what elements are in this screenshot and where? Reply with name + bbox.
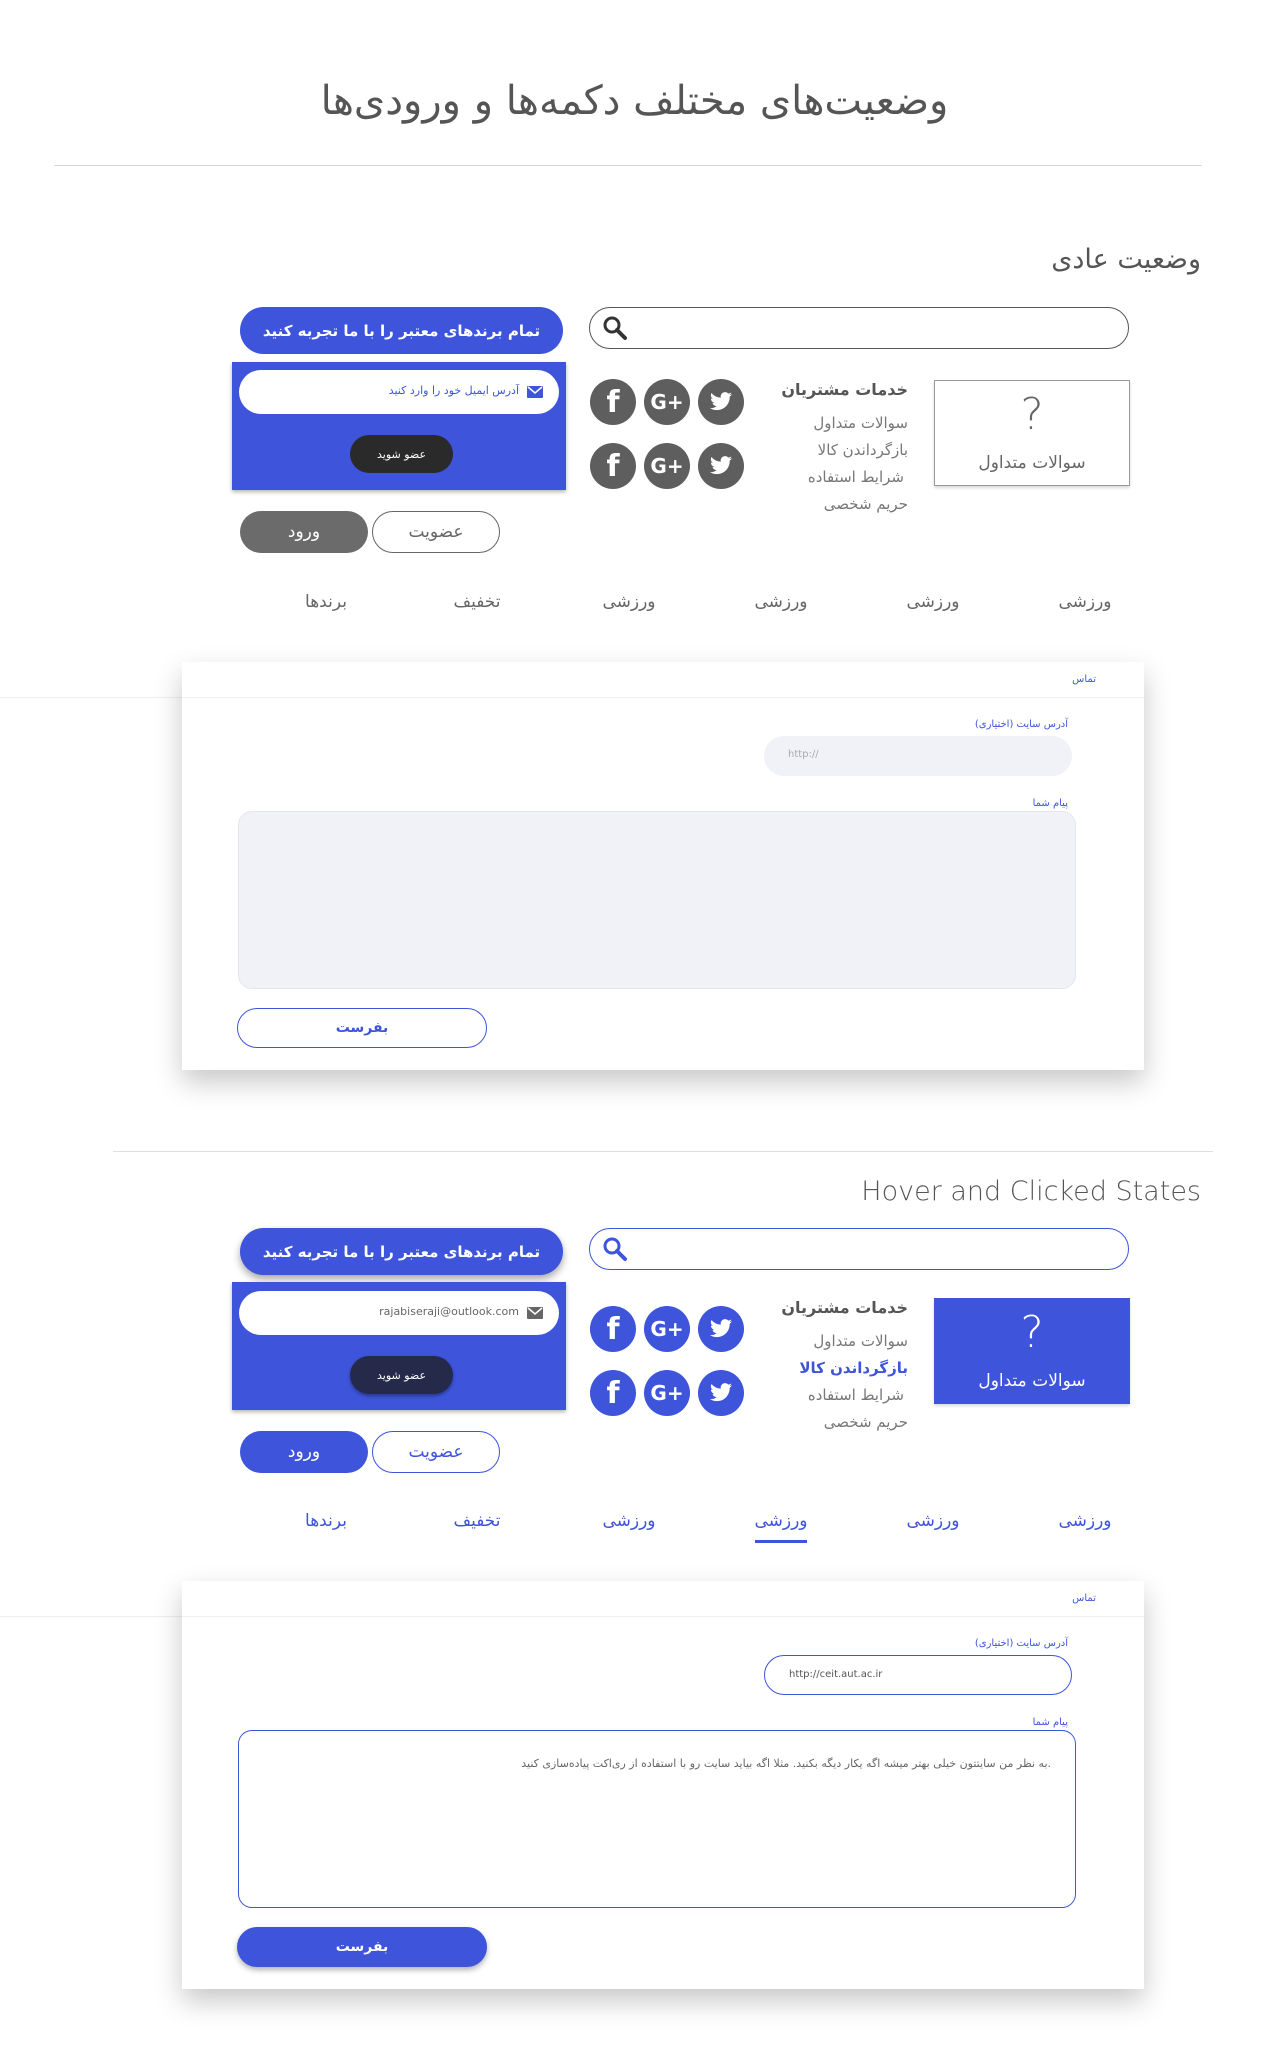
message-textarea[interactable]: .به نظر من سایتتون خیلی بهتر میشه اگه یک… <box>238 1730 1076 1908</box>
link-faq[interactable]: سوالات متداول <box>708 1332 908 1350</box>
faq-card[interactable]: ? سوالات متداول <box>934 1298 1130 1404</box>
email-field[interactable]: آدرس ایمیل خود را وارد کنید <box>239 370 559 414</box>
nav-item-sport[interactable]: ورزشی <box>589 1511 669 1531</box>
search-icon <box>603 1237 627 1261</box>
nav-item-sport[interactable]: ورزشی <box>589 592 669 612</box>
link-faq[interactable]: سوالات متداول <box>708 414 908 432</box>
question-icon: ? <box>1020 1307 1044 1358</box>
google-plus-icon[interactable]: G+ <box>644 1370 690 1416</box>
join-button[interactable]: عضو شوید <box>350 1356 453 1394</box>
url-input[interactable]: http://ceit.aut.ac.ir <box>764 1655 1072 1695</box>
nav-item-discount[interactable]: تخفیف <box>437 1511 517 1531</box>
question-icon: ? <box>1020 389 1044 440</box>
subscribe-box: rajabiseraji@outlook.com عضو شوید <box>232 1282 566 1410</box>
contact-title: تماس <box>1072 1593 1096 1604</box>
search-input[interactable] <box>589 1228 1129 1270</box>
message-value: .به نظر من سایتتون خیلی بهتر میشه اگه یک… <box>521 1757 1051 1770</box>
link-privacy[interactable]: حریم شخصی <box>708 495 908 513</box>
links-title: خدمات مشتریان <box>781 380 908 399</box>
link-terms[interactable]: شرایط استفاده <box>704 1386 904 1404</box>
contact-header: تماس <box>182 1581 1144 1617</box>
message-textarea[interactable] <box>238 811 1076 989</box>
contact-side-line <box>0 697 182 698</box>
nav-item-sport[interactable]: ورزشی <box>741 592 821 612</box>
login-button[interactable]: ورود <box>240 511 368 553</box>
join-button[interactable]: عضو شوید <box>350 435 453 473</box>
search-icon <box>603 316 627 340</box>
search-input[interactable] <box>589 307 1129 349</box>
link-privacy[interactable]: حریم شخصی <box>708 1413 908 1431</box>
contact-side-line <box>0 1616 182 1617</box>
facebook-icon[interactable]: f <box>590 1306 636 1352</box>
header-divider <box>54 165 1202 166</box>
contact-form: تماس آدرس سایت (اختیاری) http:// پیام شم… <box>182 662 1144 1070</box>
nav-item-sport[interactable]: ورزشی <box>893 592 973 612</box>
google-plus-icon[interactable]: G+ <box>644 379 690 425</box>
section-title-hover: Hover and Clicked States <box>861 1176 1201 1207</box>
send-button[interactable]: بفرست <box>237 1008 487 1048</box>
nav-item-sport[interactable]: ورزشی <box>1045 592 1125 612</box>
nav-item-brands[interactable]: برندها <box>286 592 366 612</box>
contact-form: تماس آدرس سایت (اختیاری) http://ceit.aut… <box>182 1581 1144 1989</box>
url-value: http://ceit.aut.ac.ir <box>789 1669 883 1680</box>
message-label: پیام شما <box>1032 798 1068 809</box>
page-title: وضعیت‌های مختلف دکمه‌ها و ورودی‌ها <box>320 78 949 124</box>
nav-item-brands[interactable]: برندها <box>286 1511 366 1531</box>
contact-title: تماس <box>1072 674 1096 685</box>
login-button[interactable]: ورود <box>240 1431 368 1473</box>
email-placeholder: آدرس ایمیل خود را وارد کنید <box>388 384 519 397</box>
url-placeholder: http:// <box>788 749 819 760</box>
facebook-icon[interactable]: f <box>590 443 636 489</box>
nav-item-discount[interactable]: تخفیف <box>437 592 517 612</box>
send-button[interactable]: بفرست <box>237 1927 487 1967</box>
signup-button[interactable]: عضویت <box>372 511 500 553</box>
nav-item-sport[interactable]: ورزشی <box>1045 1511 1125 1531</box>
google-plus-icon[interactable]: G+ <box>644 443 690 489</box>
url-input[interactable]: http:// <box>764 736 1072 776</box>
cta-button[interactable]: تمام برندهای معتبر را با ما تجربه کنید <box>240 1228 563 1275</box>
section-divider <box>113 1151 1213 1152</box>
nav-item-sport[interactable]: ورزشی <box>893 1511 973 1531</box>
email-field[interactable]: rajabiseraji@outlook.com <box>239 1291 559 1335</box>
faq-card[interactable]: ? سوالات متداول <box>934 380 1130 486</box>
mail-icon <box>527 1307 543 1319</box>
signup-button[interactable]: عضویت <box>372 1431 500 1473</box>
facebook-icon[interactable]: f <box>590 379 636 425</box>
subscribe-box: آدرس ایمیل خود را وارد کنید عضو شوید <box>232 362 566 490</box>
link-return[interactable]: بازگرداندن کالا <box>708 1359 908 1377</box>
faq-label: سوالات متداول <box>978 453 1086 473</box>
links-title: خدمات مشتریان <box>781 1298 908 1317</box>
email-value: rajabiseraji@outlook.com <box>379 1305 519 1318</box>
nav-item-sport-active[interactable]: ورزشی <box>741 1511 821 1531</box>
google-plus-icon[interactable]: G+ <box>644 1306 690 1352</box>
link-return[interactable]: بازگرداندن کالا <box>708 441 908 459</box>
link-terms[interactable]: شرایط استفاده <box>704 468 904 486</box>
nav-active-underline <box>755 1540 807 1543</box>
url-label: آدرس سایت (اختیاری) <box>974 1638 1068 1649</box>
section-title-normal: وضعیت عادی <box>1051 244 1201 275</box>
message-label: پیام شما <box>1032 1717 1068 1728</box>
facebook-icon[interactable]: f <box>590 1370 636 1416</box>
faq-label: سوالات متداول <box>978 1371 1086 1391</box>
contact-header: تماس <box>182 662 1144 698</box>
cta-button[interactable]: تمام برندهای معتبر را با ما تجربه کنید <box>240 307 563 354</box>
mail-icon <box>527 386 543 398</box>
url-label: آدرس سایت (اختیاری) <box>974 719 1068 730</box>
